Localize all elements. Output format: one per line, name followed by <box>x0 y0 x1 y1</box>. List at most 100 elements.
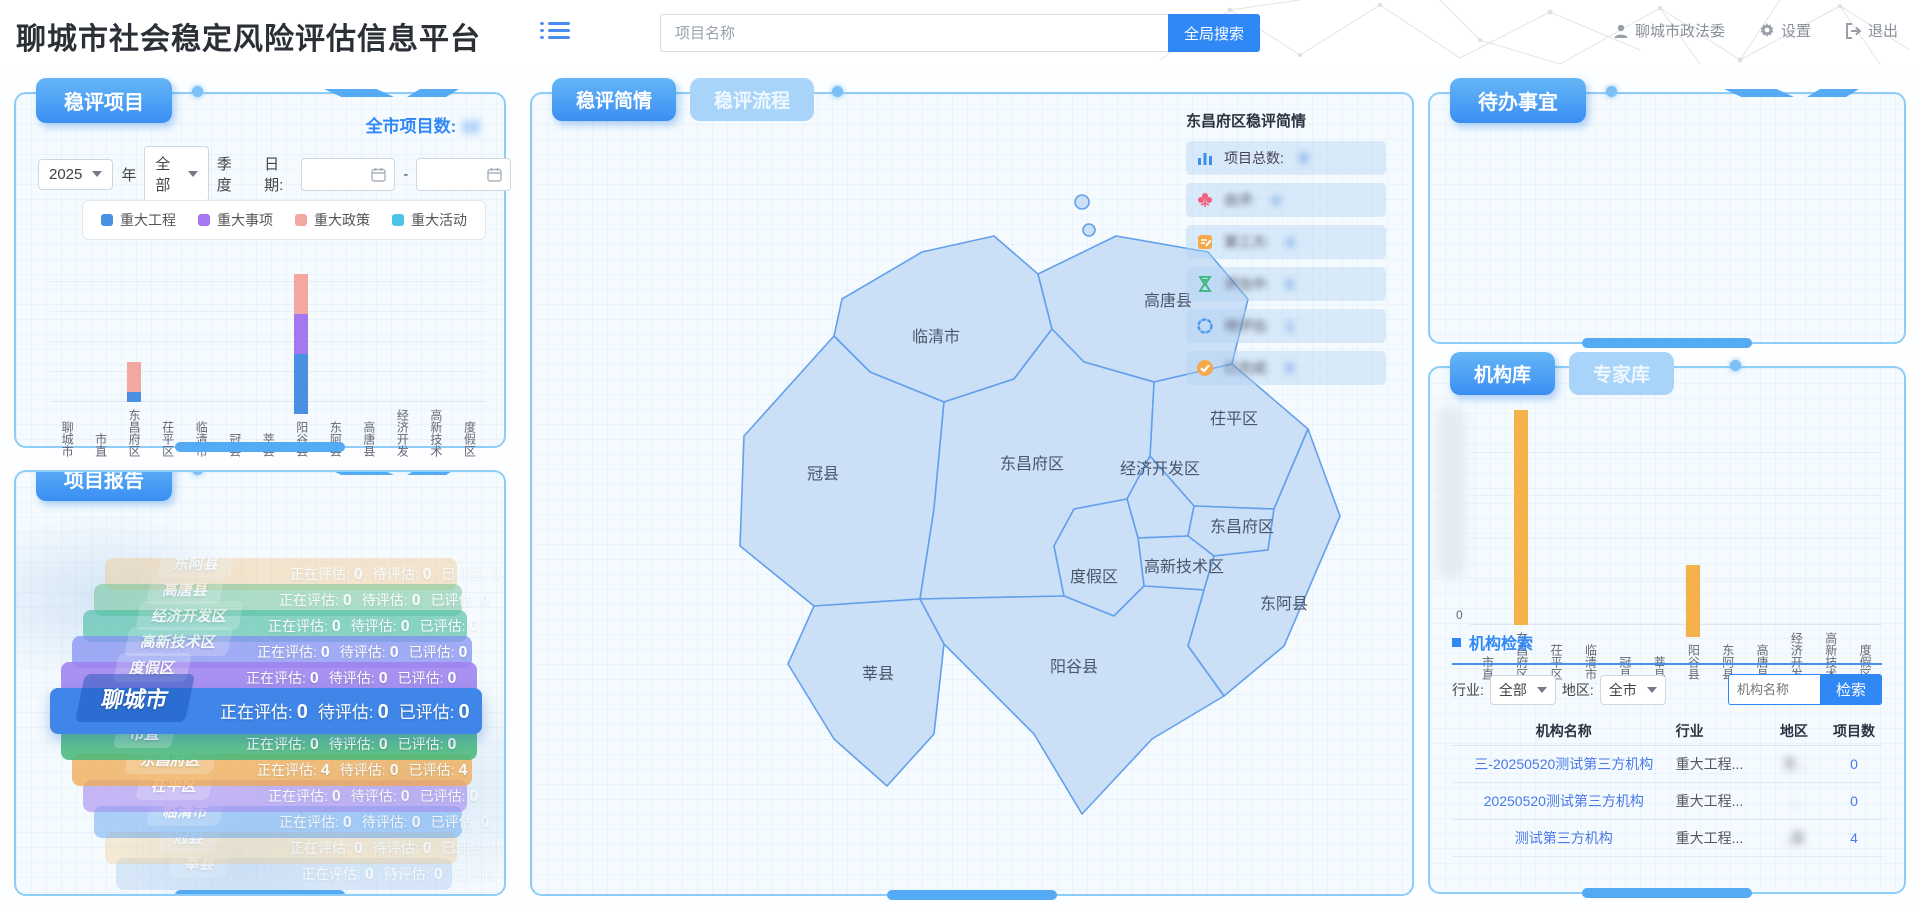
legend-item[interactable]: 重大工程 <box>101 210 176 230</box>
stat-value: 0 <box>321 644 330 661</box>
bar <box>328 264 342 414</box>
bar <box>1617 434 1631 649</box>
chart-legend: 重大工程 重大事项 重大政策 重大活动 <box>82 200 486 240</box>
stat-label: 待评估: <box>373 566 419 582</box>
report-row-stats: 正在评估:0待评估:0已评估:0 <box>246 668 466 688</box>
table-row[interactable]: 20250520测试第三方机构重大工程.....0 <box>1452 783 1882 820</box>
legend-item[interactable]: 重大事项 <box>198 210 273 230</box>
district-stat-row: 自评:4 <box>1186 183 1386 217</box>
stat-value: 0 <box>423 566 432 583</box>
org-name-input[interactable] <box>1728 674 1820 705</box>
stat-label: 正在评估: <box>246 736 306 752</box>
chart-column: 高唐县 <box>352 264 386 457</box>
stat-label: 已评估: <box>442 840 488 856</box>
district-stat-value: 8 <box>1300 150 1308 166</box>
x-axis-label: 冠县 <box>228 433 241 457</box>
chart-column: 高新技术 <box>419 252 453 457</box>
legend-swatch-icon <box>198 214 210 226</box>
bar <box>362 264 376 414</box>
header: 聊城市社会稳定风险评估信息平台 全局搜索 聊城市政法委 设置 <box>0 0 1920 64</box>
bar <box>261 276 275 426</box>
stat-value: 0 <box>343 592 352 609</box>
report-row-stats: 正在评估:0待评估:0已评估:0 <box>279 590 499 610</box>
map-region-label: 经济开发区 <box>1120 460 1200 478</box>
report-row[interactable]: 聊城市正在评估:0待评估:0已评估:0 <box>50 688 482 734</box>
report-row-stats: 正在评估:0待评估:0已评估:0 <box>279 812 499 832</box>
bar <box>1480 434 1494 649</box>
y-axis-blur <box>1438 408 1464 578</box>
menu-icon[interactable] <box>540 22 570 44</box>
stat-label: 正在评估: <box>290 566 350 582</box>
stat-value: 0 <box>412 592 421 609</box>
chart-column: 莘县 <box>251 276 285 457</box>
bar <box>1755 422 1769 637</box>
district-stat-label: 项目总数: <box>1224 148 1284 168</box>
report-row-region: 高新技术区 <box>124 627 233 656</box>
legend-item[interactable]: 重大政策 <box>295 210 370 230</box>
bar <box>1823 410 1837 625</box>
user-menu[interactable]: 聊城市政法委 <box>1613 20 1725 41</box>
stat-value: 0 <box>412 814 421 831</box>
region-select[interactable]: 全市 <box>1600 675 1666 705</box>
logout-button[interactable]: 退出 <box>1845 20 1898 41</box>
stat-label: 已评估: <box>409 644 455 660</box>
stat-label: 待评估: <box>362 814 408 830</box>
legend-item[interactable]: 重大活动 <box>392 210 467 230</box>
panel-todo-badge: 待办事宜 <box>1450 78 1586 123</box>
district-stat-row: 评估中:0 <box>1186 267 1386 301</box>
org-project-count: 0 <box>1826 756 1882 772</box>
x-axis-label: 临清市 <box>195 421 208 457</box>
bar <box>93 276 107 426</box>
map-tab-1[interactable]: 稳评流程 <box>690 78 814 121</box>
industry-select[interactable]: 全部 <box>1490 675 1556 705</box>
org-name-link[interactable]: 三-20250520测试第三方机构 <box>1452 754 1676 774</box>
org-industry: 重大工程... <box>1676 791 1762 811</box>
settings-label: 设置 <box>1781 20 1811 41</box>
edit-doc-icon <box>1196 233 1214 251</box>
district-stat-row: 待评估:1 <box>1186 309 1386 343</box>
stat-label: 已评估: <box>398 670 444 686</box>
legend-label: 重大活动 <box>411 210 467 230</box>
quarter-select[interactable]: 全部 <box>144 146 208 202</box>
org-tab-1[interactable]: 专家库 <box>1569 352 1674 395</box>
district-stat-value: 4 <box>1272 192 1280 208</box>
org-search-button[interactable]: 检索 <box>1820 674 1882 705</box>
stat-value: 0 <box>378 701 389 723</box>
map-region[interactable] <box>920 586 1224 814</box>
stat-label: 待评估: <box>318 703 374 722</box>
column-header: 行业 <box>1676 721 1762 741</box>
org-name-link[interactable]: 测试第三方机构 <box>1452 828 1676 848</box>
stat-label: 待评估: <box>329 736 375 752</box>
global-search-button[interactable]: 全局搜索 <box>1168 14 1260 52</box>
stat-value: 0 <box>480 814 489 831</box>
chart-column: 东昌府区 <box>117 252 151 457</box>
stat-value: 0 <box>390 644 399 661</box>
stat-label: 待评估: <box>384 866 430 882</box>
table-row[interactable]: 三-20250520测试第三方机构重大工程...东..0 <box>1452 746 1882 783</box>
industry-label: 行业: <box>1452 680 1484 700</box>
map-region-label: 阳谷县 <box>1050 658 1098 676</box>
bar-chart-icon <box>1196 149 1214 167</box>
settings-button[interactable]: 设置 <box>1759 20 1811 41</box>
stat-label: 待评估: <box>351 618 397 634</box>
date-end-input[interactable] <box>416 158 510 191</box>
org-tab-0[interactable]: 机构库 <box>1450 352 1555 395</box>
date-start-input[interactable] <box>301 158 395 191</box>
table-row[interactable]: 测试第三方机构重大工程.....县4 <box>1452 820 1882 857</box>
org-name-link[interactable]: 20250520测试第三方机构 <box>1452 791 1676 811</box>
map-tab-0[interactable]: 稳评简情 <box>552 78 676 121</box>
map-region[interactable] <box>788 599 944 786</box>
map-region-label: 度假区 <box>1070 568 1118 586</box>
stat-value: 0 <box>458 644 467 661</box>
year-select[interactable]: 2025 <box>38 159 113 190</box>
search-input[interactable] <box>660 14 1168 52</box>
org-region: ..县 <box>1762 828 1827 848</box>
legend-swatch-icon <box>392 214 404 226</box>
citywide-project-count-value: 12 <box>461 117 480 136</box>
flower-icon <box>1196 191 1214 209</box>
x-axis-label: 度假区 <box>463 421 476 457</box>
x-axis-label: 莘县 <box>262 433 275 457</box>
x-axis-label: 高新技术 <box>429 409 442 457</box>
bar-segment <box>127 392 141 402</box>
stat-value: 0 <box>297 701 308 723</box>
